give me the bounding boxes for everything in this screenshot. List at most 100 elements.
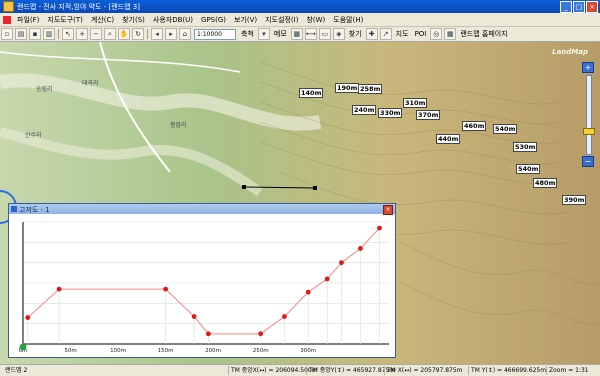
app-icon <box>3 1 14 12</box>
altitude-label: 258m <box>358 84 383 94</box>
data-point <box>282 314 287 319</box>
x-tick-label: 300m <box>300 348 316 354</box>
home-icon[interactable]: ⌂ <box>179 28 191 40</box>
toolbar: ▫ ▤ ▪ ▥ ↖ + − ⌕ ✋ ↻ ◂ ▸ ⌂ 1:10000 축척 ▾ 메… <box>0 27 600 42</box>
zoom-out-button[interactable]: − <box>582 156 594 167</box>
poi-button[interactable]: POI <box>415 30 427 38</box>
new-icon[interactable]: ▫ <box>1 28 13 40</box>
altitude-label: 540m <box>493 124 518 134</box>
place-label: 봉암리 <box>170 122 187 129</box>
altitude-label: 190m <box>335 83 360 93</box>
menu-file[interactable]: 파일(F) <box>13 15 43 25</box>
data-point <box>305 289 311 295</box>
status-tm-center-x: TM 중앙X(↔) = 206094.500m <box>228 366 318 375</box>
place-label: 대곡리 <box>82 80 99 87</box>
zoom-control: + − <box>582 62 595 167</box>
menu-bar: 파일(F) 지도도구(T) 계산(C) 찾기(S) 사용자DB(U) GPS(G… <box>0 13 600 27</box>
altitude-label: 330m <box>378 108 403 118</box>
marker-icon[interactable]: ◈ <box>332 28 345 40</box>
zoom-slider-track[interactable] <box>586 75 592 155</box>
measure-icon[interactable]: ⟷ <box>304 28 317 40</box>
data-point <box>377 225 382 231</box>
menu-view[interactable]: 보기(V) <box>230 15 261 25</box>
scale-button[interactable]: 축척 <box>241 29 254 39</box>
homepage-button[interactable]: 랜드맵 홈페이지 <box>460 29 507 39</box>
status-left: 랜드맵 2 <box>5 367 28 374</box>
altitude-label: 440m <box>436 134 461 144</box>
map-button[interactable]: 지도 <box>396 29 409 39</box>
zoom-in-button[interactable]: + <box>582 62 594 73</box>
start-marker <box>19 343 27 351</box>
data-point <box>258 331 264 337</box>
status-tm-center-y: TM 중앙Y(↕) = 465927.875m <box>306 366 395 375</box>
forward-icon[interactable]: ▸ <box>165 28 177 40</box>
profile-icon <box>11 206 17 212</box>
pin-icon[interactable]: ✚ <box>365 28 378 40</box>
place-label: 산수리 <box>25 132 42 139</box>
arrow-icon[interactable]: ↖ <box>62 28 74 40</box>
menu-map-settings[interactable]: 지도설정(I) <box>261 15 302 25</box>
data-point <box>358 246 363 251</box>
place-label: 송림리 <box>36 86 53 93</box>
x-tick-label: 150m <box>158 348 174 354</box>
x-tick-label: 50m <box>64 348 76 354</box>
altitude-label: 460m <box>462 121 487 131</box>
minimize-button[interactable]: _ <box>560 1 572 13</box>
pan-icon[interactable]: ✋ <box>118 28 130 40</box>
route-icon[interactable]: ↗ <box>379 28 392 40</box>
altitude-label: 140m <box>299 88 324 98</box>
menu-window[interactable]: 창(W) <box>302 15 329 25</box>
save-icon[interactable]: ▪ <box>29 28 41 40</box>
data-point <box>324 276 330 282</box>
area-icon[interactable]: ▭ <box>318 28 331 40</box>
zoom-out-icon[interactable]: − <box>90 28 102 40</box>
data-point <box>339 260 344 266</box>
landmap-watermark: LandMap <box>552 48 588 56</box>
data-point <box>191 314 197 319</box>
ruler-icon[interactable]: ▾ <box>257 28 270 40</box>
data-point <box>56 286 62 292</box>
separator <box>58 29 59 39</box>
title-bar: 랜드맵 - 전사 지적,임야 약도 - [랜드맵 3] _ □ × <box>0 0 600 13</box>
zoom-in-icon[interactable]: + <box>76 28 88 40</box>
altitude-label: 480m <box>533 178 558 188</box>
grid-icon[interactable]: ▦ <box>444 28 457 40</box>
elevation-profile-window: 고저도 - 1 × 0m 50m 100m 150m 200m 250m 300m <box>8 203 396 358</box>
data-point <box>205 331 211 337</box>
zoom-area-icon[interactable]: ⌕ <box>104 28 116 40</box>
globe-icon[interactable]: ◎ <box>430 28 443 40</box>
zoom-slider-thumb[interactable] <box>583 128 595 136</box>
menu-gps[interactable]: GPS(G) <box>197 16 230 24</box>
status-tm-y: TM Y(↕) = 466699.625m <box>468 366 546 375</box>
altitude-label: 390m <box>562 195 587 205</box>
menu-map-tools[interactable]: 지도도구(T) <box>43 15 87 25</box>
status-tm-x: TM X(↔) = 205797.875m <box>384 366 463 375</box>
refresh-icon[interactable]: ↻ <box>132 28 144 40</box>
menu-help[interactable]: 도움말(H) <box>329 15 367 25</box>
maximize-button[interactable]: □ <box>573 1 585 13</box>
scale-input[interactable]: 1:10000 <box>194 28 236 40</box>
find-button[interactable]: 찾기 <box>349 29 362 39</box>
close-button[interactable]: × <box>586 1 598 13</box>
open-icon[interactable]: ▤ <box>15 28 27 40</box>
altitude-label: 240m <box>352 105 377 115</box>
x-tick-label: 200m <box>205 348 221 354</box>
profile-title-bar: 고저도 - 1 × <box>9 204 395 215</box>
altitude-label: 530m <box>513 142 538 152</box>
layer-icon[interactable]: ▦ <box>290 28 303 40</box>
separator <box>147 29 148 39</box>
status-bar: 랜드맵 2 TM 중앙X(↔) = 206094.500m TM 중앙Y(↕) … <box>0 364 600 376</box>
menu-user-db[interactable]: 사용자DB(U) <box>149 15 197 25</box>
window-title: 랜드맵 - 전사 지적,임야 약도 - [랜드맵 3] <box>17 2 140 11</box>
data-point <box>163 286 168 292</box>
altitude-label: 370m <box>416 110 441 120</box>
menu-search[interactable]: 찾기(S) <box>118 15 149 25</box>
status-zoom: Zoom = 1:31 <box>546 366 589 375</box>
print-icon[interactable]: ▥ <box>43 28 55 40</box>
memo-button[interactable]: 메모 <box>274 29 287 39</box>
back-icon[interactable]: ◂ <box>151 28 163 40</box>
menu-calc[interactable]: 계산(C) <box>87 15 118 25</box>
x-tick-label: 250m <box>253 348 269 354</box>
x-tick-label: 100m <box>110 348 126 354</box>
altitude-label: 540m <box>516 164 541 174</box>
